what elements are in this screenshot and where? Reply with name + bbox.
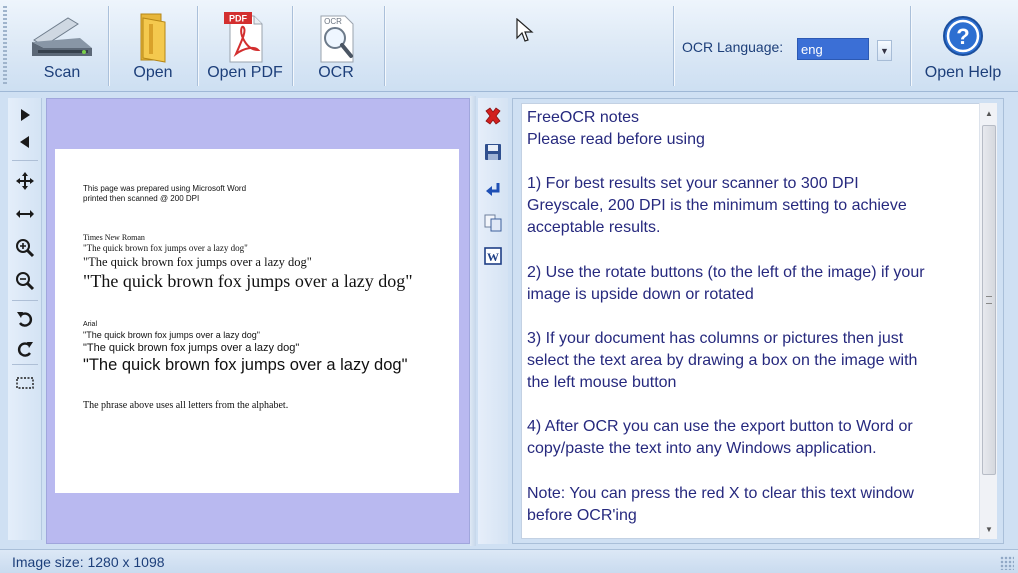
save-icon[interactable] — [481, 140, 505, 164]
panel-splitter[interactable] — [470, 96, 476, 546]
ocr-text-line — [527, 151, 983, 173]
scrollbar-thumb[interactable] — [982, 125, 996, 475]
export-word-icon[interactable]: W — [481, 244, 505, 268]
ocr-text-line — [527, 240, 983, 262]
toolbar-separator — [673, 6, 674, 86]
status-bar: Image size: 1280 x 1098 — [0, 549, 1018, 573]
ocr-text-line: image is upside down or rotated — [527, 285, 754, 303]
vertical-scrollbar[interactable]: ▲ ▼ — [979, 103, 997, 539]
ocr-text-line: 2) Use the rotate buttons (to the left o… — [527, 263, 925, 281]
scan-sans-heading: Arial — [83, 321, 98, 328]
scan-sans-medium: "The quick brown fox jumps over a lazy d… — [83, 342, 300, 354]
svg-text:W: W — [487, 250, 499, 264]
ocr-text-line: copy/paste the text into any Windows app… — [527, 440, 877, 458]
scroll-down-icon[interactable]: ▼ — [981, 521, 997, 537]
scan-serif-small: "The quick brown fox jumps over a lazy d… — [83, 243, 248, 253]
scan-line-1: This page was prepared using Microsoft W… — [83, 184, 247, 193]
scan-sans-large: "The quick brown fox jumps over a lazy d… — [83, 356, 408, 374]
folder-icon — [140, 13, 166, 63]
scan-serif-large: "The quick brown fox jumps over a lazy d… — [83, 271, 413, 291]
scroll-up-icon[interactable]: ▲ — [981, 105, 997, 121]
ocr-text-line: 3) If your document has columns or pictu… — [527, 329, 904, 347]
svg-text:?: ? — [956, 24, 969, 49]
toolbar-grip[interactable] — [3, 6, 7, 86]
ocr-language-label: OCR Language: — [682, 39, 784, 55]
ocr-button[interactable]: OCR OCR — [296, 4, 376, 88]
toolbar-separator — [292, 6, 293, 86]
open-button[interactable]: Open — [112, 4, 194, 88]
scan-label: Scan — [43, 64, 81, 81]
fit-width-icon[interactable] — [12, 201, 38, 227]
ocr-text-line: Greyscale, 200 DPI is the minimum settin… — [527, 197, 907, 215]
insert-return-icon[interactable] — [481, 178, 505, 202]
image-size-status: Image size: 1280 x 1098 — [12, 554, 165, 570]
zoom-in-icon[interactable] — [12, 235, 38, 261]
scan-serif-medium: "The quick brown fox jumps over a lazy d… — [83, 255, 312, 269]
ocr-text-content[interactable]: FreeOCR notes Please read before using 1) … — [527, 107, 983, 527]
text-tools-column: W — [478, 98, 508, 544]
zoom-out-icon[interactable] — [12, 268, 38, 294]
ocr-text-line: before OCR'ing — [527, 506, 637, 524]
open-label: Open — [133, 64, 173, 81]
scan-line-2: printed then scanned @ 200 DPI — [83, 194, 200, 203]
scan-serif-heading: Times New Roman — [83, 233, 145, 242]
rotate-right-icon[interactable] — [12, 336, 38, 362]
help-icon: ? — [943, 16, 983, 56]
image-tools-column — [8, 98, 42, 540]
ocr-text-line — [527, 461, 983, 483]
ocr-text-line: Please read before using — [527, 131, 705, 149]
scan-footer: The phrase above uses all letters from t… — [83, 400, 289, 411]
open-pdf-label: Open PDF — [207, 64, 283, 81]
ocr-text-line: 1) For best results set your scanner to … — [527, 175, 859, 193]
select-area-icon[interactable] — [12, 370, 38, 396]
ocr-text-line: FreeOCR notes — [527, 109, 640, 126]
ocr-magnifier-icon: OCR — [320, 15, 354, 63]
next-page-icon[interactable] — [12, 102, 38, 128]
tool-separator — [12, 300, 38, 301]
toolbar: Scan Open PDF Open PDF OCR OCR OCR Langu… — [0, 0, 1018, 92]
rotate-left-icon[interactable] — [12, 306, 38, 332]
toolbar-separator — [108, 6, 109, 86]
ocr-language-value[interactable]: eng — [797, 38, 869, 60]
image-panel[interactable]: This page was prepared using Microsoft W… — [46, 98, 470, 544]
ocr-text-line — [527, 394, 983, 416]
clear-text-icon[interactable] — [481, 104, 505, 128]
toolbar-separator — [197, 6, 198, 86]
ocr-text-line: select the text area by drawing a box on… — [527, 352, 918, 370]
open-pdf-button[interactable]: PDF Open PDF — [200, 4, 290, 88]
ocr-text-area[interactable]: FreeOCR notes Please read before using 1) … — [521, 103, 987, 539]
toolbar-separator — [384, 6, 385, 86]
chevron-down-icon[interactable]: ▼ — [877, 40, 892, 61]
previous-page-icon[interactable] — [12, 129, 38, 155]
pdf-icon: PDF — [224, 12, 263, 63]
copy-icon[interactable] — [481, 211, 505, 235]
resize-grip-icon[interactable] — [1000, 556, 1014, 570]
pdf-badge-text: PDF — [229, 14, 248, 24]
open-help-button[interactable]: ? Open Help — [914, 4, 1012, 88]
ocr-text-line: 4) After OCR you can use the export butt… — [527, 418, 913, 436]
ocr-text-line — [527, 306, 983, 328]
ocr-text-line: acceptable results. — [527, 219, 661, 237]
scan-button[interactable]: Scan — [18, 4, 106, 88]
ocr-text-panel: FreeOCR notes Please read before using 1) … — [512, 98, 1004, 544]
tool-separator — [12, 160, 38, 161]
ocr-language-select[interactable]: eng ▼ — [795, 36, 895, 62]
mouse-pointer-icon — [516, 18, 534, 42]
ocr-label: OCR — [318, 64, 354, 81]
scanned-page-image[interactable]: This page was prepared using Microsoft W… — [55, 149, 459, 493]
ocr-text-line: Note: You can press the red X to clear t… — [527, 484, 914, 502]
scanner-icon — [32, 17, 92, 56]
toolbar-separator — [910, 6, 911, 86]
tool-separator — [12, 364, 38, 365]
scan-sans-small: "The quick brown fox jumps over a lazy d… — [83, 330, 260, 340]
open-help-label: Open Help — [924, 64, 1002, 81]
ocr-text-line: the left mouse button — [527, 374, 677, 392]
move-icon[interactable] — [12, 168, 38, 194]
ocr-badge-text: OCR — [324, 17, 342, 26]
